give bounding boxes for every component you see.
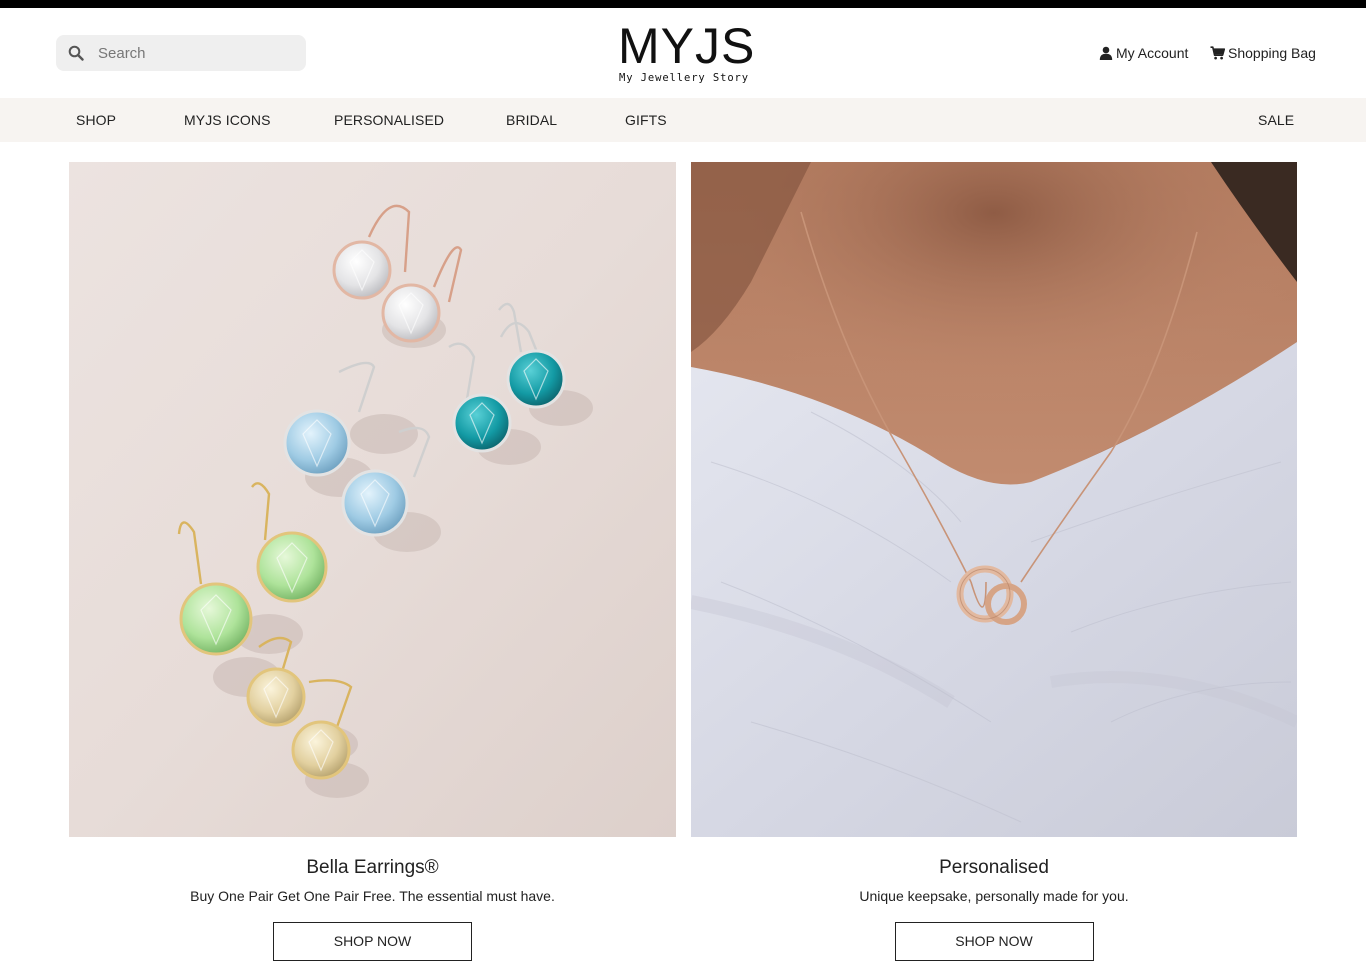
nav-item-gifts[interactable]: GIFTS [625,98,667,142]
earrings-photo[interactable] [69,162,676,837]
logo[interactable]: MYJS My Jewellery Story [618,18,756,86]
nav-item-personalised[interactable]: PERSONALISED [334,98,444,142]
shopping-bag-label: Shopping Bag [1228,45,1316,61]
nav-item-bridal[interactable]: BRIDAL [506,98,557,142]
shop-now-button[interactable]: SHOP NOW [273,922,472,961]
site-header: MYJS My Jewellery Story My Account Shopp… [0,8,1366,98]
card-title: Bella Earrings® [306,857,439,878]
shop-now-button[interactable]: SHOP NOW [894,922,1094,961]
search-input[interactable] [96,35,296,71]
promo-card-personalised: Personalised Unique keepsake, personally… [691,162,1297,961]
user-icon [1099,46,1113,60]
nav-item-sale[interactable]: SALE [1258,98,1294,142]
promo-card-bella-earrings: Bella Earrings® Buy One Pair Get One Pai… [69,162,676,961]
my-account-label: My Account [1116,45,1189,61]
card-description: Buy One Pair Get One Pair Free. The esse… [190,888,555,904]
logo-wordmark: MYJS [618,18,756,74]
search-box[interactable] [56,35,306,71]
necklace-photo[interactable] [691,162,1297,837]
card-description: Unique keepsake, personally made for you… [859,888,1129,904]
top-strip [0,0,1366,8]
nav-item-shop[interactable]: SHOP [76,98,116,142]
card-title: Personalised [939,857,1049,878]
nav-item-myjs-icons[interactable]: MYJS ICONS [184,98,271,142]
shopping-bag-link[interactable]: Shopping Bag [1210,43,1316,63]
cart-icon [1210,46,1225,60]
search-icon[interactable] [56,35,96,71]
my-account-link[interactable]: My Account [1099,43,1188,63]
main-nav: SHOP MYJS ICONS PERSONALISED BRIDAL GIFT… [0,98,1366,142]
